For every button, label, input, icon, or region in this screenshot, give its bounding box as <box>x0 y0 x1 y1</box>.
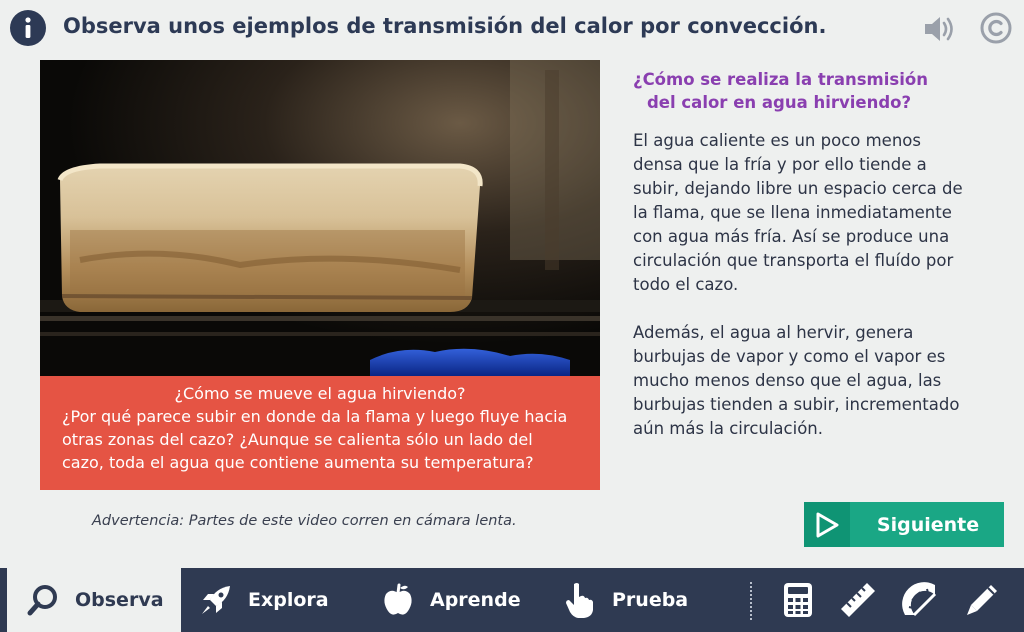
copyright-icon[interactable] <box>978 10 1014 46</box>
next-button-label: Siguiente <box>876 513 980 536</box>
tab-prueba-label: Prueba <box>612 589 689 611</box>
rocket-icon <box>196 580 236 620</box>
tab-observa-label: Observa <box>75 589 164 611</box>
nav-divider <box>750 582 752 620</box>
tab-explora-label: Explora <box>248 589 329 611</box>
page-title: Observa unos ejemplos de transmisión del… <box>63 14 827 38</box>
side-heading: ¿Cómo se realiza la transmisión del calo… <box>633 68 933 114</box>
speaker-icon[interactable] <box>922 12 958 46</box>
tab-explora[interactable]: Explora <box>196 568 329 632</box>
video-caption: ¿Cómo se mueve el agua hirviendo? ¿Por q… <box>40 376 600 490</box>
explanation-paragraph-2: Además, el agua al hervir, genera burbuj… <box>633 323 960 438</box>
tab-observa[interactable]: Observa <box>7 568 181 632</box>
tab-aprende-label: Aprende <box>430 589 521 611</box>
tab-aprende[interactable]: Aprende <box>378 568 521 632</box>
explanation-paragraph-1: El agua caliente es un poco menos densa … <box>633 131 963 294</box>
next-button[interactable]: Siguiente <box>804 502 1004 547</box>
caption-question: ¿Cómo se mueve el agua hirviendo? <box>174 384 466 403</box>
header: Observa unos ejemplos de transmisión del… <box>0 0 1024 58</box>
bottom-nav: Observa Explora Aprende Prueba <box>0 568 1024 632</box>
side-heading-line-2: del calor en agua hirviendo? <box>647 93 912 112</box>
calculator-icon[interactable] <box>778 580 818 620</box>
pencil-icon[interactable] <box>962 580 1002 620</box>
info-icon[interactable] <box>10 10 46 46</box>
slow-motion-warning: Advertencia: Partes de este video corren… <box>92 513 517 529</box>
side-heading-line-1: ¿Cómo se realiza la transmisión <box>633 70 928 89</box>
pointer-hand-icon <box>560 580 600 620</box>
magnifier-icon <box>23 580 63 620</box>
play-icon <box>804 502 850 547</box>
video-player[interactable] <box>40 60 600 376</box>
apple-icon <box>378 580 418 620</box>
caption-body: ¿Por qué parece subir en donde da la fla… <box>62 407 568 472</box>
protractor-icon[interactable] <box>900 580 940 620</box>
tab-prueba[interactable]: Prueba <box>560 568 688 632</box>
ruler-icon[interactable] <box>838 580 878 620</box>
